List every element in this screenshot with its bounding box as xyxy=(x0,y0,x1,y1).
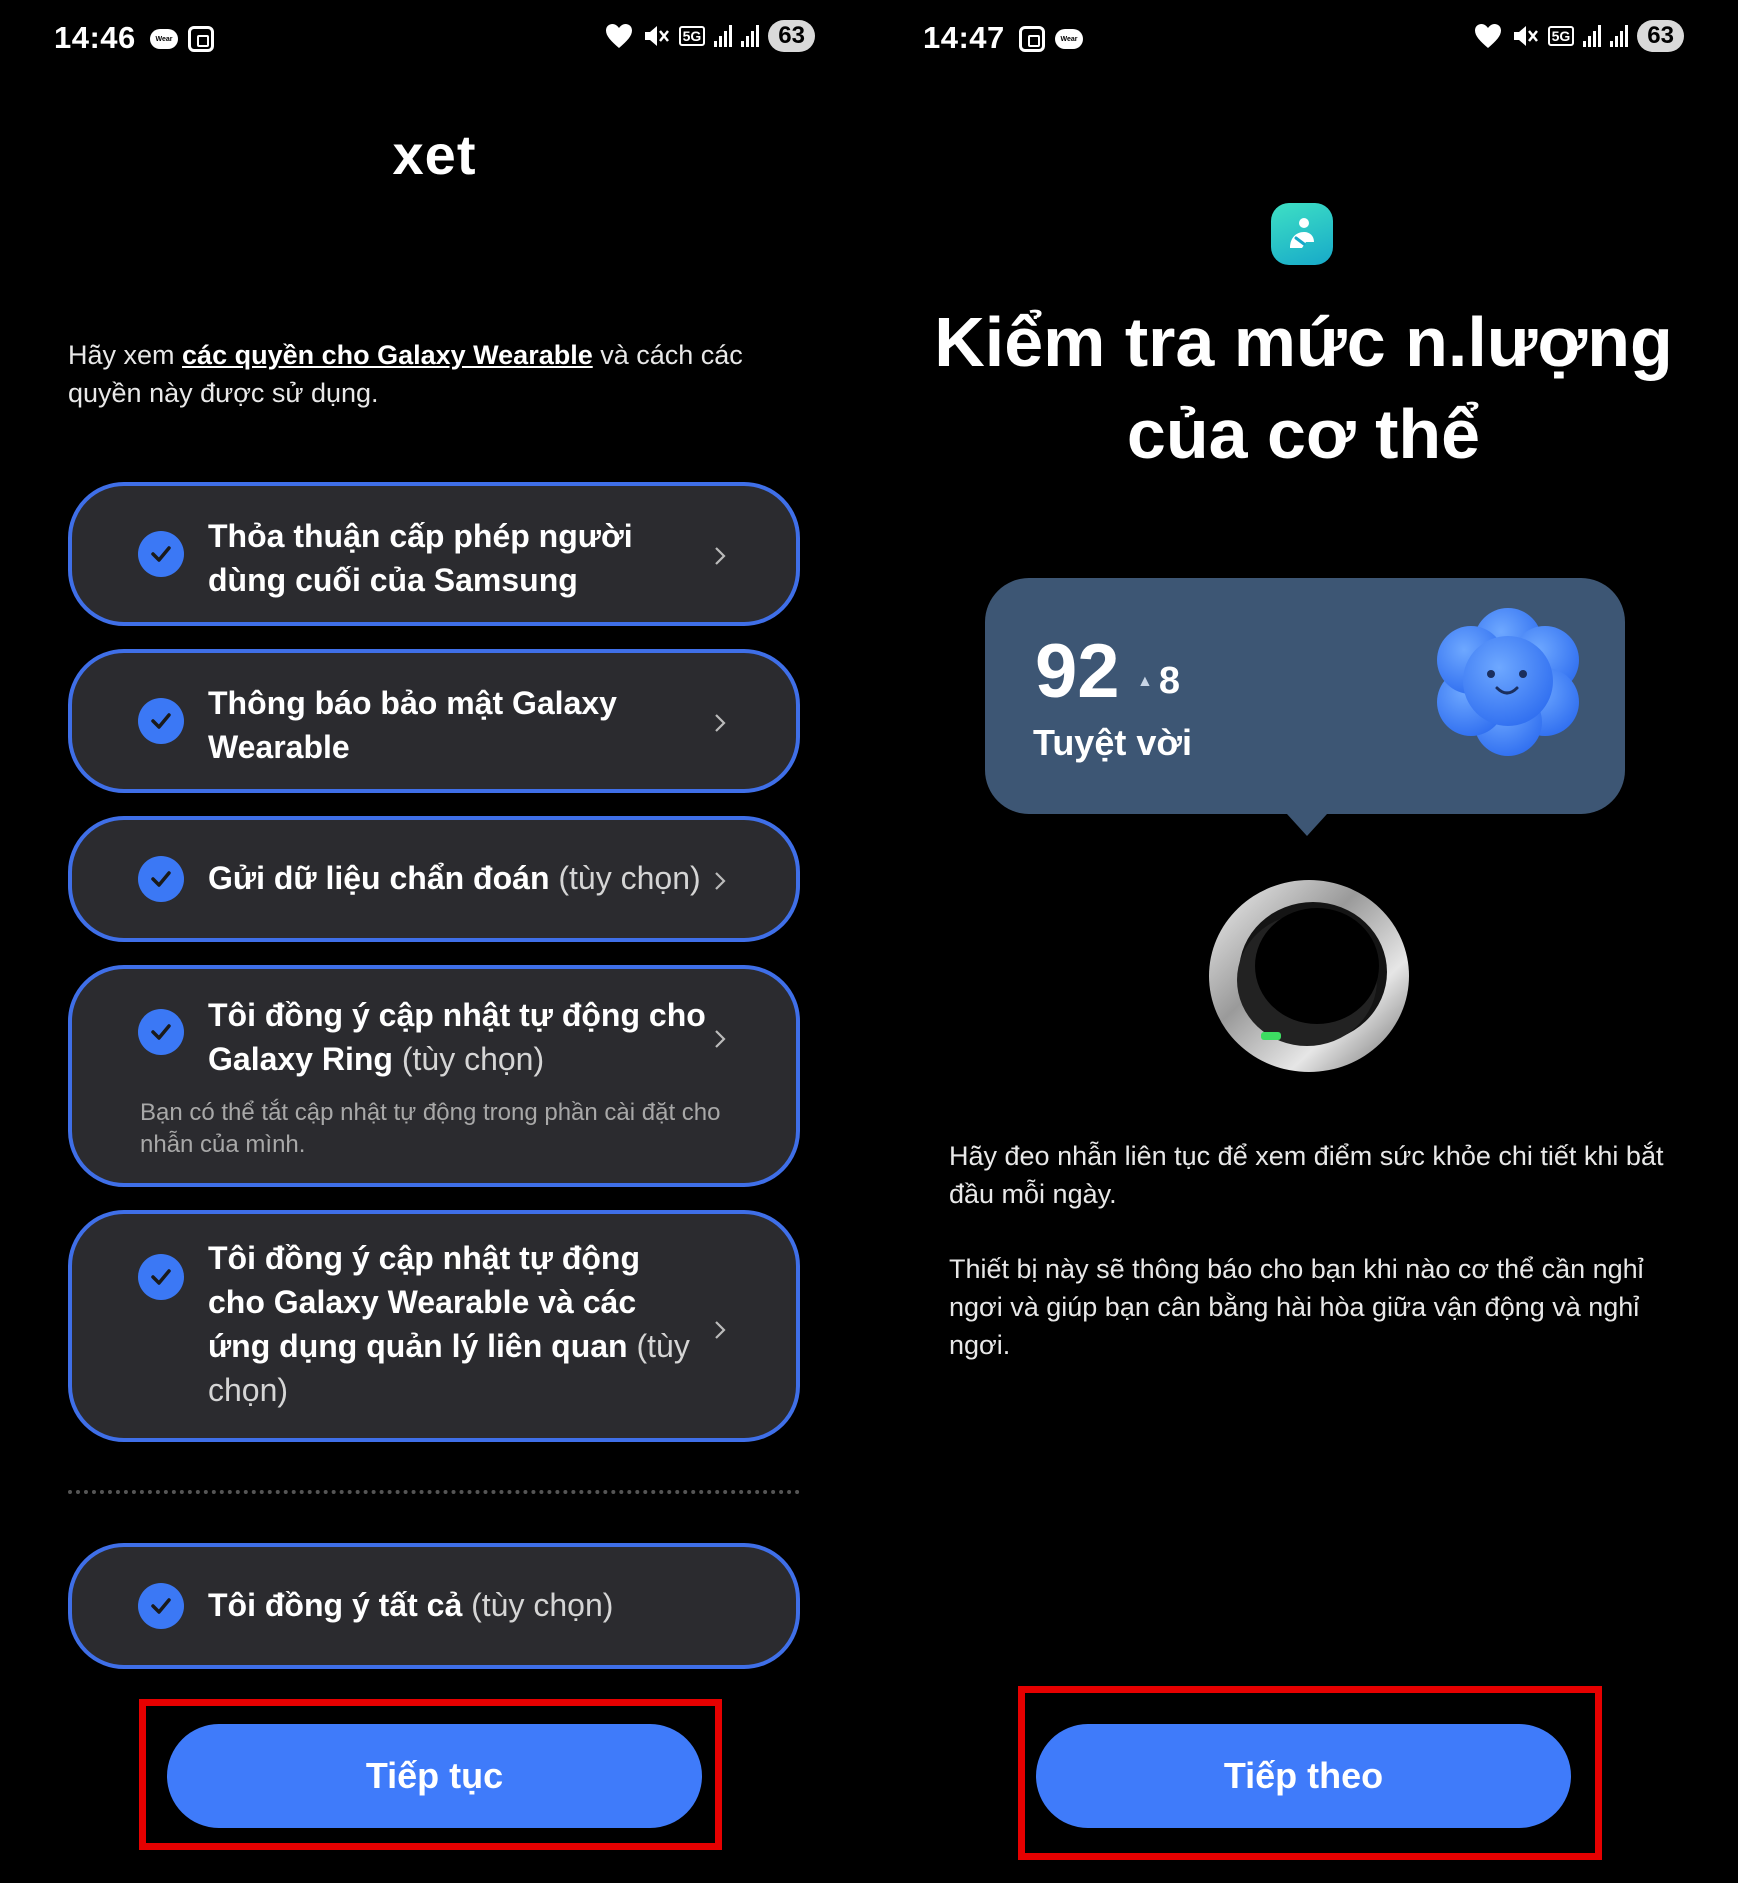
wear-notification-icon: Wear xyxy=(1055,29,1083,49)
xet-logo: xet xyxy=(392,123,477,186)
chevron-right-icon xyxy=(708,544,732,568)
check-icon[interactable] xyxy=(138,698,184,744)
permission-label: Tôi đồng ý cập nhật tự động cho Galaxy R… xyxy=(208,997,706,1077)
network-type: 5G xyxy=(678,26,706,46)
permission-label: Gửi dữ liệu chẩn đoán (tùy chọn) xyxy=(208,860,701,896)
signal-icon-2 xyxy=(1610,25,1629,47)
network-type: 5G xyxy=(1547,26,1575,46)
chevron-right-icon xyxy=(708,869,732,893)
wear-notification-icon: Wear xyxy=(150,29,178,49)
page-title-line2: của cơ thể xyxy=(1126,395,1481,473)
permission-label: Thỏa thuận cấp phép người dùng cuối của … xyxy=(208,518,633,598)
samsung-health-icon xyxy=(1271,203,1333,265)
divider xyxy=(68,1490,800,1494)
status-bar: 14:47 Wear 5G 63 xyxy=(923,16,1684,64)
permission-label: Thông báo bảo mật Galaxy Wearable xyxy=(208,685,617,765)
intro-text: Hãy xem các quyền cho Galaxy Wearable và… xyxy=(68,336,788,412)
left-screen: 14:46 Wear 5G 63 xet Hãy xem các quyền c… xyxy=(0,0,869,1883)
agree-all-option[interactable]: Tôi đồng ý tất cả (tùy chọn) xyxy=(68,1543,800,1669)
status-right-icons: 5G 63 xyxy=(605,20,815,52)
chevron-right-icon xyxy=(708,711,732,735)
score-value: 92 xyxy=(1035,629,1120,714)
page-title-line1: Kiểm tra mức n.lượng xyxy=(934,303,1673,381)
permission-eula[interactable]: Thỏa thuận cấp phép người dùng cuối của … xyxy=(68,482,800,626)
status-left-icons: Wear xyxy=(150,26,214,52)
signal-icon xyxy=(1583,25,1602,47)
next-button[interactable]: Tiếp theo xyxy=(1036,1724,1571,1828)
ring-image xyxy=(1209,880,1409,1072)
right-screen: 14:47 Wear 5G 63 Kiểm tra mức n.lượng củ… xyxy=(869,0,1738,1883)
description-paragraph-1: Hãy đeo nhẫn liên tục để xem điểm sức kh… xyxy=(949,1141,1664,1209)
score-delta: ▲ 8 xyxy=(1137,660,1180,702)
heart-icon xyxy=(1474,23,1502,49)
permissions-link[interactable]: các quyền cho Galaxy Wearable xyxy=(182,340,593,370)
intro-prefix: Hãy xem xyxy=(68,340,183,370)
agree-all-label: Tôi đồng ý tất cả (tùy chọn) xyxy=(208,1587,614,1623)
chevron-right-icon xyxy=(708,1318,732,1342)
chevron-right-icon xyxy=(708,1027,732,1051)
permission-ring-auto-update[interactable]: Tôi đồng ý cập nhật tự động cho Galaxy R… xyxy=(68,965,800,1187)
cloud-mascot-icon xyxy=(1437,608,1579,756)
continue-button[interactable]: Tiếp tục xyxy=(167,1724,702,1828)
screenshot-icon xyxy=(188,26,214,52)
signal-icon xyxy=(714,25,733,47)
mute-icon xyxy=(642,23,670,49)
status-time: 14:46 xyxy=(54,20,136,55)
check-icon[interactable] xyxy=(138,1009,184,1055)
status-right-icons: 5G 63 xyxy=(1474,20,1684,52)
heart-icon xyxy=(605,23,633,49)
permission-privacy-notice[interactable]: Thông báo bảo mật Galaxy Wearable xyxy=(68,649,800,793)
check-icon[interactable] xyxy=(138,856,184,902)
mute-icon xyxy=(1511,23,1539,49)
permission-diagnostics[interactable]: Gửi dữ liệu chẩn đoán (tùy chọn) xyxy=(68,816,800,942)
status-bar: 14:46 Wear 5G 63 xyxy=(54,16,815,64)
description-paragraph-2: Thiết bị này sẽ thông báo cho bạn khi nà… xyxy=(949,1254,1644,1360)
status-time: 14:47 xyxy=(923,20,1005,55)
score-label: Tuyệt vời xyxy=(1033,722,1192,763)
permission-note: Bạn có thể tắt cập nhật tự động trong ph… xyxy=(140,1099,721,1158)
permission-label: Tôi đồng ý cập nhật tự động cho Galaxy W… xyxy=(208,1240,690,1408)
page-title: Kiểm tra mức n.lượng của cơ thể xyxy=(869,296,1738,480)
battery-indicator: 63 xyxy=(768,20,815,52)
permission-wearable-auto-update[interactable]: Tôi đồng ý cập nhật tự động cho Galaxy W… xyxy=(68,1210,800,1442)
check-icon[interactable] xyxy=(138,1254,184,1300)
check-icon[interactable] xyxy=(138,1583,184,1629)
up-triangle-icon: ▲ xyxy=(1137,672,1153,690)
energy-score-card: 92 ▲ 8 Tuyệt vời xyxy=(985,578,1625,836)
status-left-icons: Wear xyxy=(1019,26,1083,52)
battery-indicator: 63 xyxy=(1637,20,1684,52)
check-icon[interactable] xyxy=(138,531,184,577)
signal-icon-2 xyxy=(741,25,760,47)
screenshot-icon xyxy=(1019,26,1045,52)
